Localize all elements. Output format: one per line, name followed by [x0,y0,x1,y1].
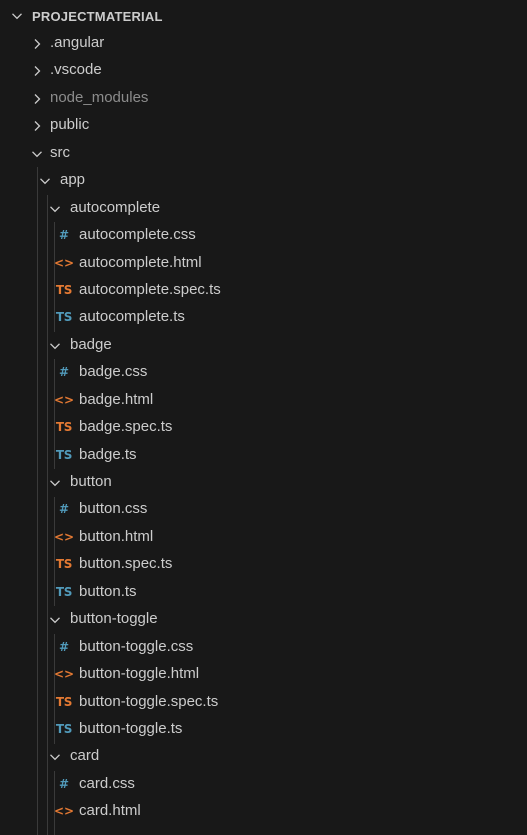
project-title: PROJECTMATERIAL [32,9,163,24]
file-label: button-toggle.css [79,637,194,655]
spec-ts-file-icon: TS [55,557,73,572]
file-label: card.css [79,774,135,792]
folder-label: public [50,116,90,134]
tree-file-row[interactable]: # card.css [0,771,527,798]
chevron-down-icon[interactable] [11,10,23,22]
tree-file-row[interactable]: TS badge.ts [0,442,527,469]
tree-file-row[interactable]: TS badge.spec.ts [0,414,527,441]
tree-file-row[interactable]: # autocomplete.css [0,222,527,249]
tree-file-row[interactable]: # button-toggle.css [0,634,527,661]
chevron-right-icon[interactable] [31,65,43,77]
file-label: autocomplete.css [79,226,196,244]
chevron-right-icon[interactable] [31,93,43,105]
tree-file-row[interactable]: <> badge.html [0,387,527,414]
tree-folder-row[interactable]: button-toggle [0,606,527,633]
tree-folder-row[interactable]: app [0,167,527,194]
indent-guide [54,496,55,607]
indent-guide [54,771,55,835]
tree-folder-row[interactable]: public [0,112,527,139]
file-tree: .angular .vscode node_modulespublic src app a… [0,30,527,835]
spec-ts-file-icon: TS [55,282,73,297]
file-label: button.spec.ts [79,555,173,573]
spec-ts-file-icon: TS [55,420,73,435]
file-label: autocomplete.ts [79,308,185,326]
tree-file-row[interactable]: TS button-toggle.ts [0,716,527,743]
typescript-file-icon: TS [55,721,73,736]
folder-label: button-toggle [70,610,158,628]
chevron-down-icon[interactable] [31,148,43,160]
tree-file-row[interactable]: TS button.ts [0,579,527,606]
file-label: badge.ts [79,445,137,463]
html-file-icon: <> [53,804,75,819]
tree-file-row[interactable]: <> button-toggle.html [0,661,527,688]
tree-file-row[interactable]: TS button.spec.ts [0,551,527,578]
file-label: button-toggle.spec.ts [79,692,219,710]
folder-label: button [70,473,112,490]
file-label: badge.css [79,363,148,381]
html-file-icon: <> [53,255,75,270]
tree-file-row[interactable]: TS autocomplete.spec.ts [0,277,527,304]
tree-folder-row[interactable]: card [0,743,527,770]
indent-guide [47,194,48,835]
html-file-icon: <> [53,667,75,682]
chevron-down-icon[interactable] [49,477,61,489]
file-label: badge.html [79,390,154,408]
typescript-file-icon: TS [55,447,73,462]
file-label: button.html [79,527,154,545]
chevron-right-icon[interactable] [31,120,43,132]
html-file-icon: <> [53,392,75,407]
tree-folder-row[interactable]: .angular [0,30,527,57]
file-label: autocomplete.html [79,253,202,271]
html-file-icon: <> [53,529,75,544]
chevron-down-icon[interactable] [49,340,61,352]
indent-guide [54,633,55,744]
file-label: button-toggle.html [79,665,200,683]
tree-folder-row[interactable]: button [0,469,527,496]
tree-folder-row[interactable]: .vscode [0,57,527,84]
file-label: button.ts [79,582,137,600]
folder-label: node_modules [50,88,149,106]
css-file-icon: # [58,502,70,517]
css-file-icon: # [58,776,70,791]
folder-label: badge [70,335,112,353]
file-label: card.html [79,802,141,820]
tree-folder-row[interactable]: node_modules [0,85,527,112]
tree-folder-row[interactable]: autocomplete [0,195,527,222]
indent-guide [54,222,55,332]
file-label: autocomplete.spec.ts [79,280,221,298]
css-file-icon: # [58,639,70,654]
chevron-down-icon[interactable] [49,751,61,763]
explorer-section-header[interactable]: PROJECTMATERIAL [0,2,527,30]
tree-folder-row[interactable]: src [0,140,527,167]
indent-guide [54,359,55,470]
css-file-icon: # [58,228,70,243]
chevron-down-icon[interactable] [39,175,51,187]
indent-guide [37,167,38,835]
tree-folder-row[interactable]: badge [0,332,527,359]
chevron-right-icon[interactable] [31,38,43,50]
folder-label: card [70,747,100,765]
tree-file-row[interactable]: <> button.html [0,524,527,551]
tree-file-row[interactable]: # button.css [0,496,527,523]
spec-ts-file-icon: TS [55,694,73,709]
chevron-down-icon[interactable] [49,614,61,626]
folder-label: autocomplete [70,198,161,216]
tree-file-row[interactable]: # badge.css [0,359,527,386]
css-file-icon: # [58,365,70,380]
folder-label: app [60,171,86,189]
file-label: badge.spec.ts [79,418,173,436]
tree-file-row[interactable]: <> autocomplete.html [0,250,527,277]
typescript-file-icon: TS [55,310,73,325]
tree-file-row[interactable]: TS autocomplete.ts [0,304,527,331]
file-label: button-toggle.ts [79,719,183,737]
tree-file-row[interactable]: <> card.html [0,798,527,825]
folder-label: src [50,143,70,161]
tree-file-row[interactable]: TS button-toggle.spec.ts [0,689,527,716]
folder-label: .angular [50,34,105,51]
file-explorer: PROJECTMATERIAL .angular .vscode node_modu… [0,0,527,835]
folder-label: .vscode [50,61,102,79]
chevron-down-icon[interactable] [49,203,61,215]
file-label: button.css [79,500,148,518]
typescript-file-icon: TS [55,584,73,599]
